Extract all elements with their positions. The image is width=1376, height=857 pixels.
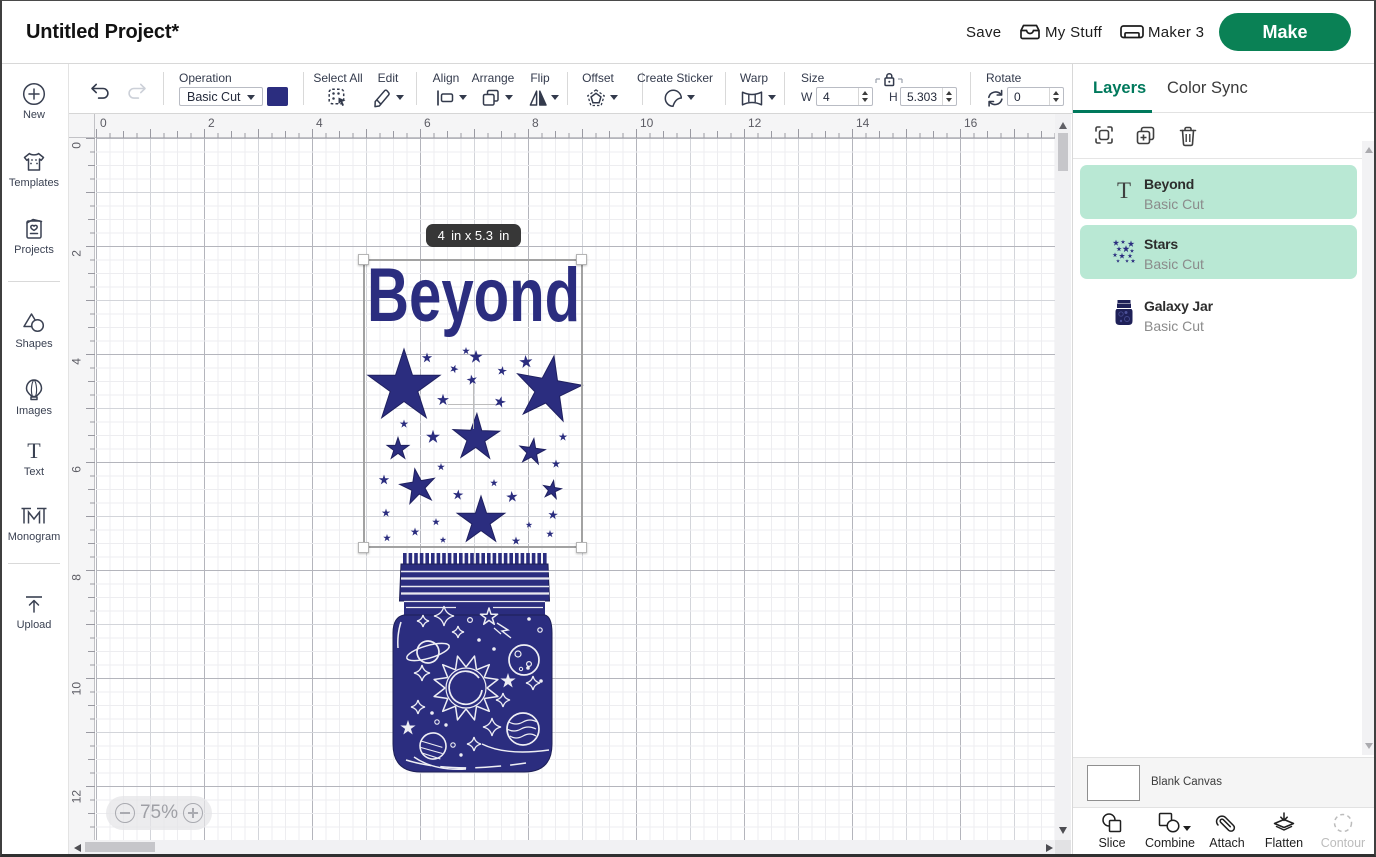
svg-text:T: T: [27, 438, 41, 463]
